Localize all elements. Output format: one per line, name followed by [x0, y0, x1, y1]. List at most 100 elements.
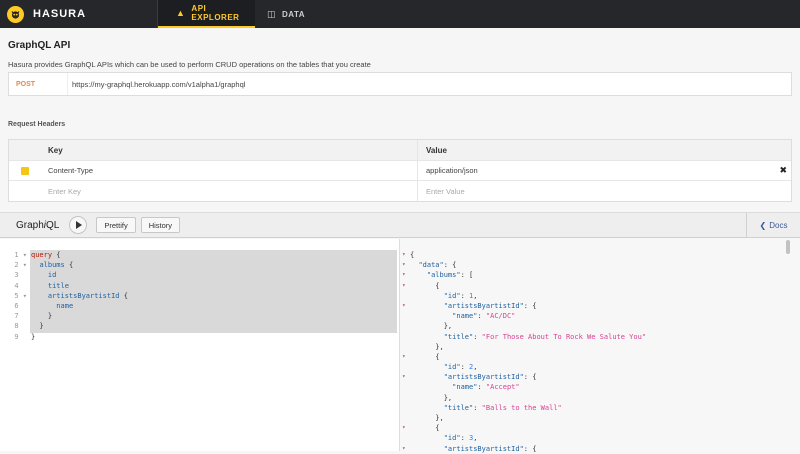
code-text: name	[56, 301, 74, 310]
database-icon: ◫	[267, 8, 277, 19]
tab-data[interactable]: ◫ DATA	[255, 0, 315, 28]
result-text: {	[410, 352, 440, 361]
docs-label: Docs	[769, 221, 788, 230]
flask-icon: ▲	[176, 8, 186, 18]
result-line: "name": "AC/DC"	[400, 311, 800, 321]
result-line: "title": "For Those About To Rock We Sal…	[400, 332, 800, 342]
result-text: "artistsByartistId": {	[443, 373, 537, 382]
query-editor[interactable]: 1 ▾ query {2 ▾ albums {3 id 4 title 5 ▾ art…	[0, 239, 400, 451]
result-text: "albums": [	[426, 271, 474, 280]
result-line: ▾ "data": {	[400, 260, 800, 270]
result-line: "id": 1,	[400, 291, 800, 301]
remove-header-icon[interactable]: ✖	[779, 165, 787, 176]
fold-marker	[400, 393, 410, 403]
table-row-new: Enter Key Enter Value	[9, 181, 791, 201]
result-text: "id": 2,	[443, 363, 478, 372]
fold-marker	[400, 311, 410, 321]
history-button[interactable]: History	[140, 217, 181, 233]
play-icon	[76, 221, 83, 229]
result-text: {	[410, 424, 440, 433]
result-text: },	[410, 393, 453, 402]
code-line: 4 title	[0, 281, 397, 291]
result-text: {	[410, 281, 440, 290]
result-line: ▾ "albums": [	[400, 270, 800, 280]
fold-marker: ▾	[402, 261, 406, 269]
result-text: },	[410, 342, 444, 351]
headers-table-header: Key Value	[9, 140, 791, 161]
code-line: 3 id	[0, 270, 397, 280]
result-line: "id": 3,	[400, 433, 800, 443]
graphiql-title-b: QL	[46, 219, 60, 231]
brand[interactable]: HASURA	[0, 0, 158, 28]
fold-marker	[400, 382, 410, 392]
result-line: ▾ "artistsByartistId": {	[400, 444, 800, 454]
fold-marker: ▾	[402, 424, 406, 432]
line-number: 5 ▾	[14, 291, 27, 300]
header-value-field[interactable]: application/json	[418, 161, 791, 180]
code-line: 2 ▾ albums {	[0, 260, 397, 270]
fold-marker	[400, 362, 410, 372]
header-enabled-checkbox[interactable]	[20, 166, 29, 175]
fold-marker	[400, 321, 410, 331]
fold-marker: ▾	[402, 301, 406, 309]
result-line: ▾ {	[400, 423, 800, 433]
graphiql-title-a: Graph	[16, 219, 44, 231]
chevron-left-icon: ❮	[759, 221, 767, 230]
result-line: ▾ "artistsByartistId": {	[400, 372, 800, 382]
fold-marker: ▾	[402, 251, 406, 258]
http-method: POST	[9, 73, 68, 95]
code-text: }	[31, 332, 36, 341]
fold-marker	[400, 433, 410, 443]
new-key-input[interactable]: Enter Key	[40, 181, 418, 201]
fold-marker	[400, 403, 410, 413]
table-row: Content-Type application/json ✖	[9, 161, 791, 181]
result-line: ▾ {	[400, 281, 800, 291]
tab-data-label: DATA	[282, 9, 306, 19]
result-text: "id": 1,	[443, 291, 478, 300]
hasura-logo-icon	[7, 5, 24, 23]
new-value-input[interactable]: Enter Value	[418, 181, 791, 201]
tab-api-explorer[interactable]: ▲ API EXPLORER	[158, 0, 255, 28]
header-key-field[interactable]: Content-Type	[40, 161, 418, 180]
result-line: ▾ {	[400, 352, 800, 362]
code-line: 6 name	[0, 301, 397, 311]
code-line: 5 ▾ artistsByartistId {	[0, 291, 397, 301]
result-text: "artistsByartistId": {	[443, 444, 537, 453]
fold-marker	[400, 332, 410, 342]
result-text: },	[410, 414, 444, 422]
endpoint-bar: POST https://my-graphql.herokuapp.com/v1…	[8, 72, 792, 96]
code-line: 9 }	[0, 332, 397, 342]
prettify-button[interactable]: Prettify	[96, 217, 136, 233]
docs-button[interactable]: ❮ Docs	[746, 213, 800, 238]
result-text: "data": {	[418, 261, 457, 270]
execute-query-button[interactable]	[69, 216, 88, 234]
code-line: 8 }	[0, 321, 397, 331]
query-code: 1 ▾ query {2 ▾ albums {3 id 4 title 5 ▾ art…	[0, 250, 397, 342]
code-line: 7 }	[0, 311, 397, 321]
code-text: query {	[31, 251, 61, 259]
graphiql-title: GraphiQL	[16, 220, 59, 231]
result-line: ▾{	[400, 250, 800, 260]
page-subtitle: Hasura provides GraphQL APIs which can b…	[8, 60, 371, 69]
fold-marker: ▾	[402, 373, 406, 381]
result-line: },	[400, 413, 800, 423]
result-scrollbar[interactable]	[786, 240, 790, 254]
result-text: "id": 3,	[443, 434, 478, 443]
code-text: id	[47, 271, 57, 280]
line-number: 6	[14, 301, 27, 310]
result-line: },	[400, 321, 800, 331]
result-text: "title": "For Those About To Rock We Sal…	[443, 332, 647, 341]
fold-marker: ▾	[402, 444, 406, 452]
graphiql-toolbar: GraphiQL Prettify History ❮ Docs	[0, 212, 800, 238]
line-number: 2 ▾	[14, 261, 27, 270]
result-line: "name": "Accept"	[400, 382, 800, 392]
result-line: "id": 2,	[400, 362, 800, 372]
code-line: 1 ▾ query {	[0, 250, 397, 260]
result-viewer[interactable]: ▾{▾ "data": {▾ "albums": [▾ { "id": 1, ▾ …	[400, 239, 800, 454]
result-line: },	[400, 342, 800, 352]
endpoint-url[interactable]: https://my-graphql.herokuapp.com/v1alpha…	[68, 80, 245, 89]
result-text: "name": "AC/DC"	[452, 312, 516, 321]
result-text: },	[410, 322, 453, 331]
code-text: title	[47, 281, 69, 290]
top-navbar: HASURA ▲ API EXPLORER ◫ DATA	[0, 0, 800, 28]
